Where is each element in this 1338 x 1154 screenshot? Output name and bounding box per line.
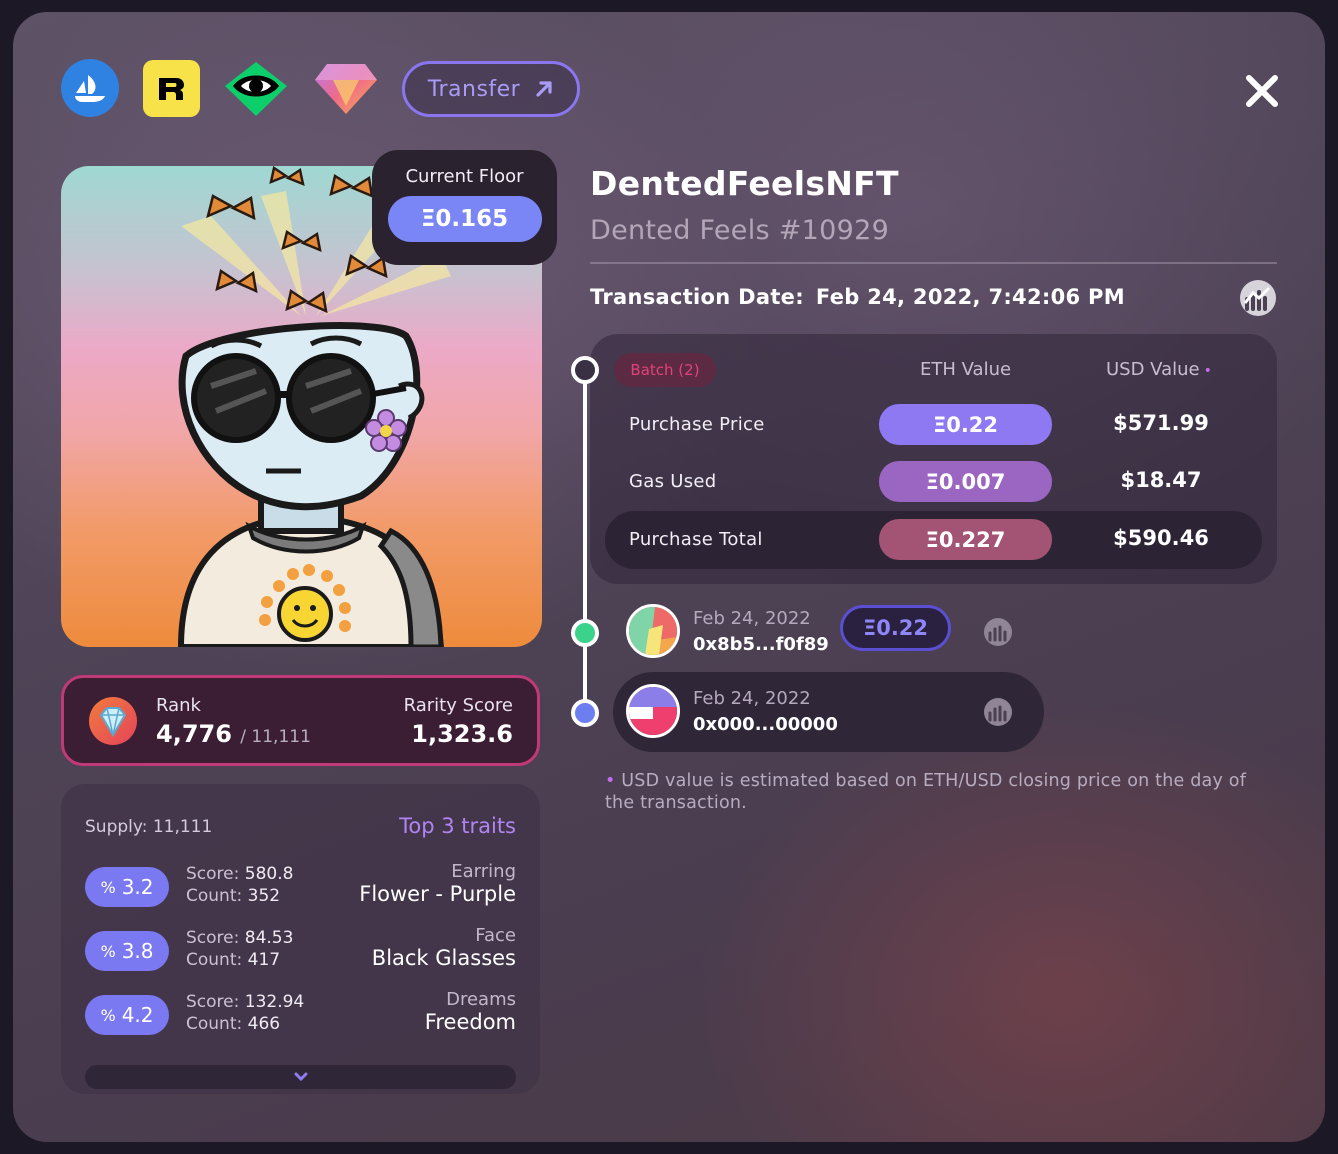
trait-name: Freedom bbox=[424, 1010, 516, 1034]
trait-percent-badge: % 3.8 bbox=[85, 931, 169, 971]
trait-percent-badge: % 4.2 bbox=[85, 995, 169, 1035]
trait-stats: Score: 580.8 Count: 352 bbox=[186, 864, 294, 906]
chevron-down-icon bbox=[294, 1072, 307, 1082]
current-floor-box: Current Floor Ξ0.165 bbox=[372, 150, 557, 265]
gem-icon[interactable] bbox=[313, 62, 379, 116]
timeline-dot bbox=[571, 699, 599, 727]
transaction-date: Transaction Date: Feb 24, 2022, 7:42:06 P… bbox=[590, 285, 1125, 309]
chart-icon[interactable] bbox=[983, 617, 1013, 647]
trait-percent-badge: % 3.2 bbox=[85, 867, 169, 907]
timeline-dot bbox=[571, 356, 599, 384]
rarity-score-value: 1,323.6 bbox=[411, 720, 513, 748]
trait-row: % 3.8 Score: 84.53 Count: 417 Face Black … bbox=[85, 925, 516, 977]
eth-value-header: ETH Value bbox=[920, 359, 1012, 380]
trait-name: Flower - Purple bbox=[359, 882, 516, 906]
rank-label: Rank bbox=[156, 695, 201, 716]
trait-type: Face bbox=[475, 925, 516, 946]
looksrare-icon[interactable] bbox=[223, 60, 289, 118]
usd-value: $590.46 bbox=[1113, 526, 1209, 550]
timeline-line bbox=[583, 372, 587, 717]
rank-value: 4,776 / 11,111 bbox=[156, 720, 311, 748]
rank-box: Rank 4,776 / 11,111 Rarity Score 1,323.6 bbox=[61, 675, 540, 766]
timeline-dot bbox=[571, 619, 599, 647]
trait-name: Black Glasses bbox=[371, 946, 516, 970]
floor-value: Ξ0.165 bbox=[387, 196, 542, 242]
history-address[interactable]: 0x8b5...f0f89 bbox=[693, 634, 829, 655]
eth-value-pill: Ξ0.227 bbox=[879, 519, 1052, 560]
rank-total: / 11,111 bbox=[240, 727, 311, 747]
traits-box: Supply: 11,111 Top 3 traits % 3.2 Score: … bbox=[61, 784, 540, 1094]
divider bbox=[590, 262, 1277, 264]
rarity-score-label: Rarity Score bbox=[403, 695, 513, 716]
opensea-icon[interactable] bbox=[61, 59, 119, 117]
trait-stats: Score: 84.53 Count: 417 bbox=[186, 928, 294, 970]
token-name: Dented Feels #10929 bbox=[590, 215, 890, 246]
eth-value-pill: Ξ0.007 bbox=[879, 461, 1052, 502]
trait-stats: Score: 132.94 Count: 466 bbox=[186, 992, 305, 1034]
history-date: Feb 24, 2022 bbox=[693, 608, 811, 629]
transfer-label: Transfer bbox=[427, 76, 521, 102]
avatar bbox=[626, 604, 680, 658]
arrow-up-right-icon bbox=[536, 81, 552, 97]
floor-label: Current Floor bbox=[405, 166, 524, 187]
avatar bbox=[626, 684, 680, 738]
rarible-icon[interactable] bbox=[143, 60, 200, 117]
close-icon[interactable] bbox=[1245, 74, 1279, 108]
expand-traits-button[interactable] bbox=[85, 1065, 516, 1089]
eth-value-pill: Ξ0.22 bbox=[879, 404, 1052, 445]
history-eth-value: Ξ0.22 bbox=[840, 605, 951, 651]
trait-row: % 3.2 Score: 580.8 Count: 352 Earring Flo… bbox=[85, 861, 516, 913]
chart-icon[interactable] bbox=[983, 697, 1013, 727]
diamond-rank-icon bbox=[89, 697, 137, 745]
purchase-price-row: Purchase Price Ξ0.22 $571.99 bbox=[605, 396, 1262, 454]
purchase-total-row: Purchase Total Ξ0.227 $590.46 bbox=[605, 511, 1262, 569]
transfer-button[interactable]: Transfer bbox=[402, 61, 580, 117]
history-item[interactable]: Feb 24, 2022 0x8b5...f0f89 Ξ0.22 bbox=[613, 592, 1033, 672]
supply-label: Supply: 11,111 bbox=[85, 817, 213, 837]
usd-estimate-note: • USD value is estimated based on ETH/US… bbox=[605, 771, 1247, 813]
usd-value: $571.99 bbox=[1113, 411, 1209, 435]
collection-name: DentedFeelsNFT bbox=[590, 164, 899, 203]
trait-type: Dreams bbox=[446, 989, 516, 1010]
trait-row: % 4.2 Score: 132.94 Count: 466 Dreams Fre… bbox=[85, 989, 516, 1041]
transaction-value-card: Batch (2) ETH Value USD Value • Purchase … bbox=[590, 334, 1277, 584]
usd-value: $18.47 bbox=[1120, 468, 1202, 492]
nft-detail-modal: Transfer Current Floor Ξ0.165 Rank 4,776… bbox=[13, 12, 1325, 1142]
batch-badge[interactable]: Batch (2) bbox=[614, 353, 716, 387]
history-address[interactable]: 0x000...00000 bbox=[693, 714, 838, 735]
top-traits-title: Top 3 traits bbox=[399, 814, 516, 838]
history-date: Feb 24, 2022 bbox=[693, 688, 811, 709]
usd-value-header: USD Value • bbox=[1106, 359, 1212, 380]
history-item-active[interactable]: Feb 24, 2022 0x000...00000 bbox=[613, 672, 1044, 752]
chart-icon[interactable] bbox=[1239, 279, 1277, 317]
gas-used-row: Gas Used Ξ0.007 $18.47 bbox=[605, 453, 1262, 511]
trait-type: Earring bbox=[451, 861, 516, 882]
